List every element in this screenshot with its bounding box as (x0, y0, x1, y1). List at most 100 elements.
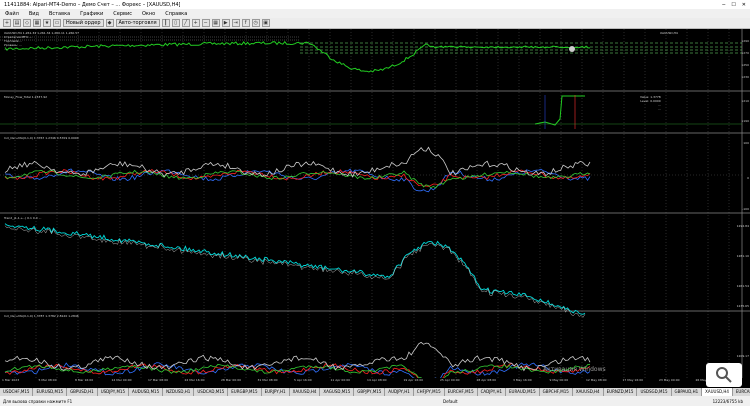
oscillator-2-green-line (4, 363, 591, 378)
chart-tabs: USDCHF,M15 EURUSD,M15 GBPUSD,H1 USDJPY,M15 A… (0, 388, 750, 396)
zoom-out-icon[interactable]: − (201, 19, 210, 27)
menu-tools[interactable]: Сервис (108, 11, 137, 17)
oscillator-1-white-line (4, 146, 591, 178)
chart-tab[interactable]: EURUSD,M15 (33, 388, 68, 396)
time-axis-label: 14 Apr 08:00 (367, 378, 387, 382)
money-flow-line (534, 95, 585, 126)
time-axis-label: 28 Apr 08:00 (476, 378, 497, 382)
chart-tab[interactable]: CADJPY,H1 (478, 388, 507, 396)
magnifier-icon (716, 367, 732, 383)
tile-icon[interactable]: ▦ (211, 19, 220, 27)
candle-chart-icon[interactable]: ▯ (171, 19, 180, 27)
time-axis-label: 3 May 16:00 (513, 378, 532, 382)
axis-label: 0 (747, 176, 749, 180)
autoscroll-icon[interactable]: ▶ (221, 19, 230, 27)
axis-label: 1281.10 (736, 254, 749, 258)
chart-canvas[interactable] (0, 29, 750, 378)
line-chart-icon[interactable]: ╱ (181, 19, 190, 27)
new-order-button[interactable]: Новый ордер (63, 19, 104, 27)
time-axis-label: 17 Mar 08:00 (148, 378, 169, 382)
terminal-icon[interactable]: ▭ (53, 19, 61, 27)
menu-view[interactable]: Вид (24, 11, 44, 17)
data-window-icon[interactable]: ▦ (33, 19, 41, 27)
chart-tab[interactable]: USDJPY,M15 (98, 388, 130, 396)
time-axis-label: 11 Apr 00:00 (330, 378, 351, 382)
chart-tab[interactable]: EURGBP,M15 (228, 388, 262, 396)
chart-shift-icon[interactable]: ⇥ (231, 19, 240, 27)
meta-editor-icon[interactable]: ◆ (105, 19, 114, 27)
status-memory: 12223/6755 kb (712, 398, 743, 404)
time-axis-label: 23 May 00:00 (659, 378, 680, 382)
menu-charts[interactable]: Графики (75, 11, 108, 17)
price-line (4, 40, 590, 73)
chart-tab[interactable]: AUDUSD,M15 (129, 388, 164, 396)
trend-line (4, 223, 586, 315)
chart-tab[interactable]: GBPAUD,H1 (672, 388, 703, 396)
templates-icon[interactable]: ▣ (261, 19, 270, 27)
chart-tab[interactable]: USDCHF,M15 (0, 388, 34, 396)
chart-tab[interactable]: GBPJPY,M15 (354, 388, 386, 396)
chart-tab[interactable]: USDSGD,M15 (637, 388, 672, 396)
axis-label: 1290 (741, 39, 749, 43)
chart-tab[interactable]: CHFJPY,M15 (414, 388, 445, 396)
chart-tab[interactable]: XAUUSD,H4 (702, 388, 733, 396)
menu-insert[interactable]: Вставка (44, 11, 75, 17)
toolbar: + ▤ ◇ ▦ ★ ▭ Новый ордер ◆ Авто-торговля … (0, 18, 750, 29)
chart-tab[interactable]: USDCAD,M15 (194, 388, 229, 396)
chart-tab[interactable]: XAGUSD,M15 (320, 388, 355, 396)
autotrade-button[interactable]: Авто-торговля (115, 19, 160, 27)
chart-tab[interactable]: EURCHF,M15 (445, 388, 478, 396)
time-axis-label: 19 Apr 16:00 (403, 378, 424, 382)
close-icon[interactable]: ✕ (742, 2, 746, 8)
time-axis-label: 1 Mar 2023 (2, 378, 20, 382)
mid-panel-label: Money_Flow_Total 1.2337.92 (4, 95, 48, 99)
time-axis-label: 14 Mar 00:00 (111, 378, 132, 382)
axis-label: 1261.54 (736, 284, 749, 288)
chart-tab[interactable]: GBPCHF,M15 (540, 388, 573, 396)
axis-label: 1230 (741, 75, 749, 79)
status-bar: Для вызова справки нажмите F1 Default 12… (0, 396, 750, 406)
chart-area[interactable]: XAUUSD,H4 1,261.34 1,261.34 1,260.11 1,2… (0, 29, 750, 387)
chart-tab[interactable]: EURAUD,M15 (506, 388, 540, 396)
axis-label: 1210 (741, 99, 749, 103)
axis-label: 1270 (741, 51, 749, 55)
periods-icon[interactable]: ◷ (251, 19, 260, 27)
oscillator-1-label: Ind_Osc+MA(0,1,0) 1.3767 1.2346 0.5709 0… (4, 136, 79, 140)
time-axis-label: 9 May 00:00 (549, 378, 569, 382)
axis-label: 100 (743, 141, 749, 145)
time-axis-label: 5 Mar 08:00 (38, 378, 57, 382)
chart-tab[interactable]: EURJPY,H1 (262, 388, 290, 396)
menu-window[interactable]: Окно (137, 11, 160, 17)
navigator-icon[interactable]: ★ (43, 19, 51, 27)
market-watch-icon[interactable]: ◇ (23, 19, 31, 27)
profiles-icon[interactable]: ▤ (13, 19, 21, 27)
maximize-icon[interactable]: ☐ (731, 2, 735, 8)
time-axis-label: 12 May 08:00 (586, 378, 607, 382)
price-marker (569, 46, 575, 52)
indicators-icon[interactable]: f (241, 19, 250, 27)
time-axis: 1 Mar 2023 5 Mar 08:00 8 Mar 16:00 14 Mar 0… (0, 378, 750, 383)
time-axis-label: 8 Mar 16:00 (75, 378, 94, 382)
new-chart-icon[interactable]: + (3, 19, 11, 27)
chart-tab[interactable]: EURCAD,M15 (733, 388, 750, 396)
zoom-in-icon[interactable]: + (191, 19, 200, 27)
windows-activation-watermark: Активация Windows (543, 366, 606, 373)
chart-tab[interactable]: AUDJPY,H1 (385, 388, 414, 396)
menu-help[interactable]: Справка (160, 11, 192, 17)
chart-tab[interactable]: EURNZD,M15 (604, 388, 638, 396)
right-info-block: Value: 1.3778 Level: 0.0000 ... ... (640, 95, 661, 111)
chart-tab[interactable]: NZDUSD,H1 (163, 388, 195, 396)
oscillator-2-label: Ind_Osc+MA(0,1,0) 1.3787 1.3782 2.8120 1… (4, 314, 79, 318)
right-info-line: ... (657, 107, 661, 111)
bar-chart-icon[interactable]: ┃ (161, 19, 170, 27)
main-info-line: ... (4, 47, 7, 51)
minimize-icon[interactable]: ─ (722, 2, 725, 8)
chart-tab[interactable]: GBPUSD,H1 (67, 388, 98, 396)
zoom-magnifier-button[interactable] (706, 363, 742, 387)
oscillator-2-white-line (4, 341, 591, 372)
axis-label: 1190 (741, 119, 749, 123)
menu-file[interactable]: Файл (0, 11, 24, 17)
time-axis-label: 31 Mar 08:00 (257, 378, 278, 382)
chart-tab[interactable]: XAUUSD,H4 (573, 388, 604, 396)
chart-tab[interactable]: XAUUSD,H4 (290, 388, 321, 396)
